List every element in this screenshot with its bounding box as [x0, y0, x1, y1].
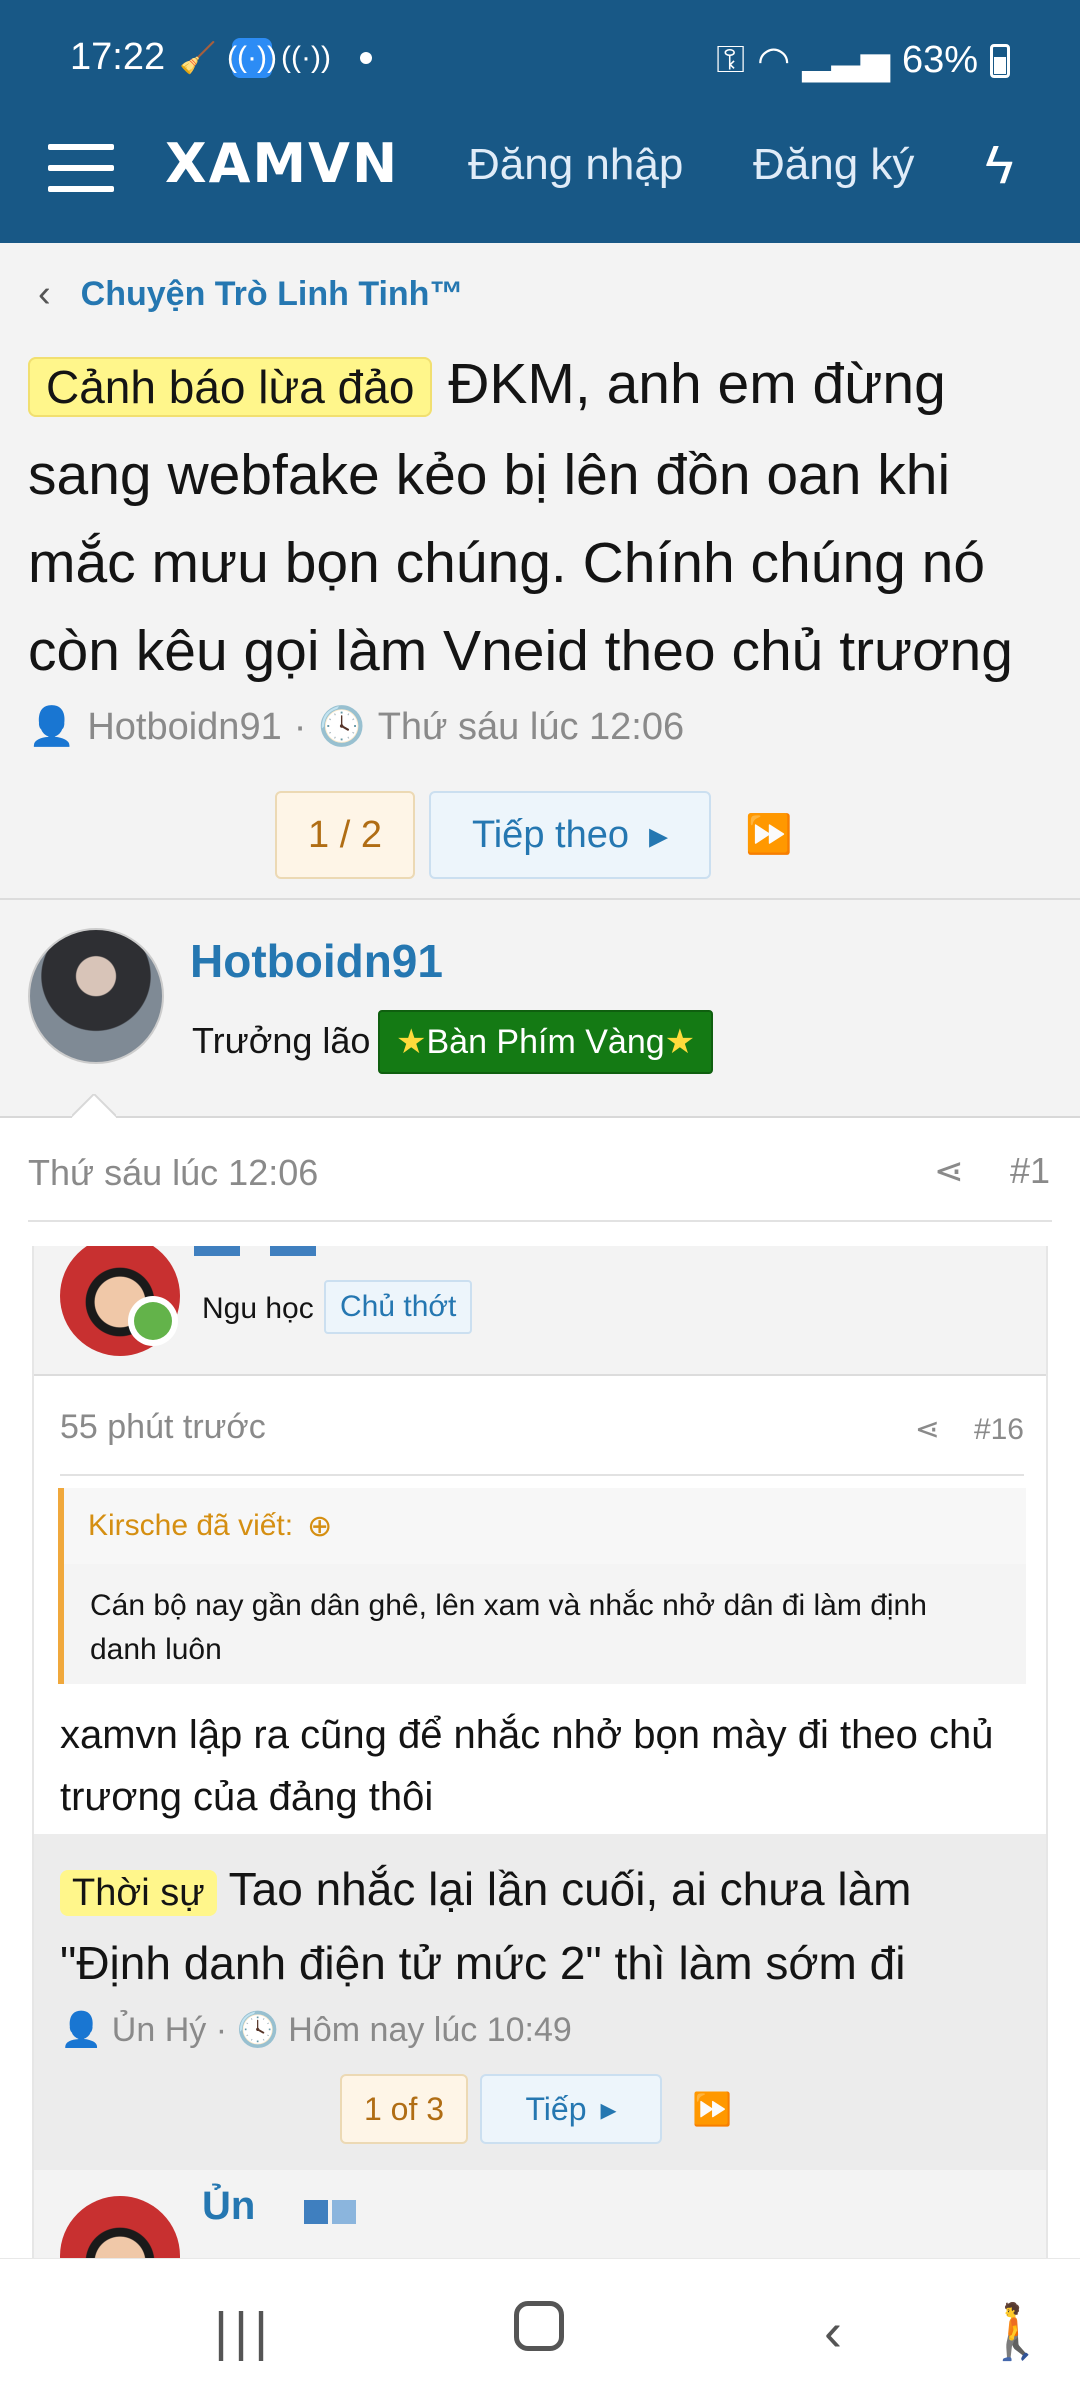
meta-separator: ·: [293, 705, 307, 748]
thread-header: ‹ Chuyện Trò Linh Tinh™ Cảnh báo lừa đảo…: [0, 243, 1080, 900]
quote-author: Kirsche đã viết:: [88, 1509, 294, 1542]
screenshot-thread-prefix: Thời sự: [60, 1870, 217, 1916]
user-banner: ★ Bàn Phím Vàng ★: [378, 1010, 714, 1074]
play-icon: ▸: [648, 814, 669, 857]
attached-screenshot[interactable]: Ngu học Chủ thớt 55 phút trước ⋖ #16 Kir…: [32, 1246, 1048, 2258]
screenshot-quote: Kirsche đã viết: ⊕ Cán bộ nay gần dân gh…: [58, 1488, 1026, 1684]
status-bar: 17:22 🧹 ((·)) ((·)) ⚿ ◠ ▂▃▅ 63%: [0, 0, 1080, 120]
arrow-up-circle-icon: ⊕: [307, 1509, 333, 1543]
user-icon: 👤: [60, 2011, 103, 2049]
rank-bars: [304, 2200, 356, 2224]
last-page-icon[interactable]: ⏩: [745, 813, 792, 857]
login-link[interactable]: Đăng nhập: [468, 140, 683, 190]
screenshot-pager: 1 of 3 Tiếp ▸ ⏩: [340, 2074, 732, 2144]
user-title: Trưởng lão: [192, 1020, 371, 1061]
screenshot-user-rank: Ngu học: [202, 1292, 314, 1325]
thread-meta: 👤 Hotboidn91 · 🕓 Thứ sáu lúc 12:06: [28, 705, 684, 749]
clock-icon: 🕓: [236, 2011, 279, 2049]
post-author-panel: Hotboidn91 Trưởng lão ★ Bàn Phím Vàng ★: [0, 900, 1080, 1118]
screenshot-thread-date: Hôm nay lúc 10:49: [288, 2011, 572, 2049]
system-navigation-bar: ||| ‹ 🚶: [0, 2258, 1080, 2400]
clock-icon: 🕓: [318, 706, 366, 748]
screenshot-post-actions: ⋖ #16: [915, 1412, 1024, 1447]
share-icon[interactable]: ⋖: [934, 1150, 964, 1192]
post-divider: [28, 1220, 1052, 1222]
home-icon[interactable]: [514, 2301, 564, 2351]
screenshot-next-post: Ủn: [34, 2170, 1046, 2258]
meta-separator: ·: [215, 2011, 228, 2049]
screenshot-divider: [60, 1474, 1024, 1476]
post-actions: ⋖ #1: [934, 1150, 1050, 1192]
wifi-icon: ◠: [757, 40, 791, 82]
breadcrumb-forum-link[interactable]: Chuyện Trò Linh Tinh™: [81, 275, 464, 314]
user-icon: 👤: [28, 706, 76, 748]
avatar[interactable]: [28, 928, 164, 1064]
notification-icons: 🧹 ((·)) ((·)): [178, 38, 372, 78]
register-link[interactable]: Đăng ký: [753, 140, 914, 190]
rank-bars: [194, 1246, 316, 1256]
back-icon[interactable]: ‹: [824, 2301, 842, 2363]
nav-bar: XAMVN Đăng nhập Đăng ký ϟ: [0, 120, 1080, 243]
recent-apps-icon[interactable]: |||: [214, 2301, 274, 2363]
app-header: 17:22 🧹 ((·)) ((·)) ⚿ ◠ ▂▃▅ 63% XAMVN Đă…: [0, 0, 1080, 243]
post-date[interactable]: Thứ sáu lúc 12:06: [28, 1152, 318, 1194]
whats-new-bolt-icon[interactable]: ϟ: [985, 134, 1014, 196]
signal-icon: ▂▃▅: [802, 40, 890, 82]
battery-icon: [990, 43, 1010, 78]
chevron-left-icon: ‹: [38, 273, 51, 315]
page-nav: 1 / 2 Tiếp theo ▸ ⏩: [275, 791, 792, 879]
signal-broadcast-icon: ((·)): [281, 41, 331, 74]
screenshot-next-label: Tiếp: [525, 2090, 587, 2127]
screenshot-thread-preview: Thời sự Tao nhắc lại lần cuối, ai chưa l…: [34, 1834, 1046, 2170]
screenshot-reply-text: xamvn lập ra cũng để nhắc nhở bọn mày đi…: [60, 1713, 994, 1819]
screenshot-page-current: 1 of 3: [340, 2074, 468, 2144]
cleaner-icon: 🧹: [179, 41, 217, 75]
status-time: 17:22: [70, 36, 166, 78]
screenshot-op-badge: Chủ thớt: [324, 1280, 473, 1334]
post-number[interactable]: #1: [1010, 1150, 1050, 1192]
online-status-icon: [128, 1296, 178, 1346]
breadcrumb[interactable]: ‹ Chuyện Trò Linh Tinh™: [38, 273, 463, 316]
star-icon: ★: [664, 1023, 696, 1061]
more-notifications-dot: [360, 52, 372, 64]
system-indicators: ⚿ ◠ ▂▃▅ 63%: [716, 38, 1010, 83]
quote-text: Cán bộ nay gần dân ghê, lên xam và nhắc …: [90, 1589, 927, 1666]
key-icon: ⚿: [716, 39, 746, 81]
screenshot-next-author: Ủn: [202, 2184, 256, 2228]
screenshot-post-number: #16: [973, 1412, 1024, 1446]
thread-title: Cảnh báo lừa đảo ĐKM, anh em đừng sang w…: [28, 340, 1058, 695]
thread-prefix-label[interactable]: Cảnh báo lừa đảo: [28, 357, 433, 417]
screenshot-post-time: 55 phút trước: [60, 1408, 266, 1446]
next-page-label: Tiếp theo: [471, 813, 629, 856]
thread-date[interactable]: Thứ sáu lúc 12:06: [378, 706, 684, 749]
post-body: Thứ sáu lúc 12:06 ⋖ #1 Ngu học Chủ thớt …: [0, 1118, 1080, 2258]
last-page-icon: ⏩: [692, 2091, 732, 2127]
accessibility-icon[interactable]: 🚶: [982, 2301, 1049, 2364]
screenshot-author-band: Ngu học Chủ thớt: [34, 1246, 1046, 1376]
post-author-name[interactable]: Hotboidn91: [190, 934, 443, 988]
hotspot-icon: ((·)): [227, 38, 277, 78]
quote-header: Kirsche đã viết: ⊕: [64, 1488, 1026, 1564]
screenshot-thread-title: Thời sự Tao nhắc lại lần cuối, ai chưa l…: [60, 1854, 1020, 1998]
thread-author[interactable]: Hotboidn91: [87, 706, 281, 749]
battery-percent: 63%: [901, 39, 978, 81]
share-icon: ⋖: [914, 1413, 940, 1446]
screenshot-next-button: Tiếp ▸: [480, 2074, 662, 2144]
play-icon: ▸: [600, 2091, 617, 2127]
post-pointer-arrow: [72, 1094, 116, 1118]
screenshot-thread-author: Ủn Hý: [111, 2011, 207, 2049]
screenshot-avatar: [60, 2196, 180, 2258]
next-page-button[interactable]: Tiếp theo ▸: [429, 791, 711, 879]
star-icon: ★: [396, 1023, 427, 1061]
user-banner-label: Bàn Phím Vàng: [426, 1022, 665, 1061]
site-logo[interactable]: XAMVN: [165, 132, 399, 195]
screenshot-thread-meta: 👤 Ủn Hý · 🕓 Hôm nay lúc 10:49: [60, 2010, 572, 2050]
menu-icon[interactable]: [48, 138, 114, 198]
page-current-button[interactable]: 1 / 2: [275, 791, 415, 879]
